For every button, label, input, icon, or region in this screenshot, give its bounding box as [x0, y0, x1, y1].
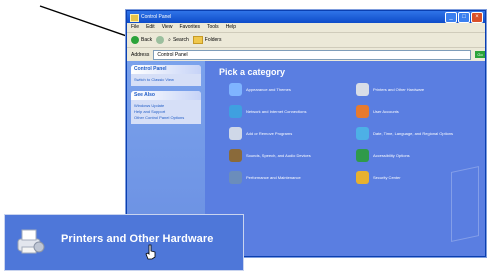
accessibility-icon	[356, 149, 369, 162]
category-item[interactable]: Appearance and Themes	[229, 81, 348, 98]
category-label: Appearance and Themes	[246, 87, 291, 92]
category-item[interactable]: Sounds, Speech, and Audio Devices	[229, 147, 348, 164]
category-label: Sounds, Speech, and Audio Devices	[246, 153, 311, 158]
panel-heading: Control Panel	[131, 65, 201, 74]
address-bar: Address Control Panel Go	[127, 48, 485, 62]
printer-icon	[17, 229, 45, 254]
category-item[interactable]: Date, Time, Language, and Regional Optio…	[356, 125, 475, 142]
category-label: Date, Time, Language, and Regional Optio…	[373, 131, 454, 136]
search-label: Search	[172, 37, 189, 43]
category-grid: Appearance and Themes Printers and Other …	[229, 81, 475, 186]
printers-category-link[interactable]: Printers and Other Hardware	[61, 233, 213, 245]
category-label: User Accounts	[373, 109, 399, 114]
category-label: Add or Remove Programs	[246, 131, 293, 136]
category-item[interactable]: Performance and Maintenance	[229, 169, 348, 186]
search-button[interactable]: ⌕ Search	[168, 37, 189, 43]
folder-icon	[192, 36, 203, 44]
menu-view[interactable]: View	[162, 23, 173, 32]
menu-edit[interactable]: Edit	[146, 23, 155, 32]
minimize-button[interactable]: _	[445, 12, 457, 23]
sound-icon	[229, 149, 242, 162]
category-item[interactable]: Network and Internet Connections	[229, 103, 348, 120]
watermark-graphic	[451, 166, 479, 242]
forward-arrow-icon	[156, 36, 165, 44]
category-item[interactable]: User Accounts	[356, 103, 475, 120]
programs-icon	[229, 127, 242, 140]
network-icon	[229, 105, 242, 118]
toolbar: Back ⌕ Search Folders	[127, 33, 485, 48]
category-label: Network and Internet Connections	[246, 109, 307, 114]
category-label: Printers and Other Hardware	[373, 87, 425, 92]
category-item[interactable]: Accessibility Options	[356, 147, 475, 164]
maximize-button[interactable]: □	[458, 12, 470, 23]
category-label: Accessibility Options	[373, 153, 410, 158]
zoomed-inset: Printers and Other Hardware	[4, 214, 244, 271]
page-title: Pick a category	[219, 67, 286, 77]
search-icon: ⌕	[168, 37, 171, 43]
switch-view-link[interactable]: Switch to Classic View	[134, 77, 198, 83]
category-view: Pick a category Appearance and Themes Pri…	[209, 61, 485, 256]
folders-button[interactable]: Folders	[192, 36, 222, 44]
see-also-panel: See Also Windows Update Help and Support…	[131, 91, 201, 124]
control-panel-panel: Control Panel Switch to Classic View	[131, 65, 201, 86]
address-input[interactable]: Control Panel	[153, 49, 471, 60]
control-panel-icon	[130, 14, 139, 22]
menu-help[interactable]: Help	[226, 23, 236, 32]
address-value: Control Panel	[157, 51, 188, 58]
forward-button[interactable]	[156, 36, 165, 44]
address-label: Address	[131, 51, 150, 58]
see-also-heading: See Also	[131, 91, 201, 100]
menu-tools[interactable]: Tools	[207, 23, 219, 32]
category-item[interactable]: Add or Remove Programs	[229, 125, 348, 142]
folders-label: Folders	[204, 37, 222, 43]
shield-icon	[356, 171, 369, 184]
category-label: Performance and Maintenance	[246, 175, 301, 180]
menu-favorites[interactable]: Favorites	[179, 23, 200, 32]
performance-icon	[229, 171, 242, 184]
hand-cursor-icon	[145, 244, 156, 260]
appearance-icon	[229, 83, 242, 96]
back-button[interactable]: Back	[131, 36, 152, 44]
title-bar: Control Panel _ □ ×	[127, 11, 485, 23]
menu-file[interactable]: File	[131, 23, 139, 32]
close-button[interactable]: ×	[471, 12, 483, 23]
category-item[interactable]: Printers and Other Hardware	[356, 81, 475, 98]
menu-bar: File Edit View Favorites Tools Help	[127, 23, 485, 33]
go-button[interactable]: Go	[475, 51, 485, 58]
users-icon	[356, 105, 369, 118]
window-title: Control Panel	[141, 14, 172, 20]
clock-globe-icon	[356, 127, 369, 140]
back-label: Back	[141, 37, 153, 43]
printer-icon	[356, 83, 369, 96]
see-also-item[interactable]: Other Control Panel Options	[134, 115, 198, 121]
category-label: Security Center	[373, 175, 401, 180]
back-arrow-icon	[131, 36, 139, 44]
